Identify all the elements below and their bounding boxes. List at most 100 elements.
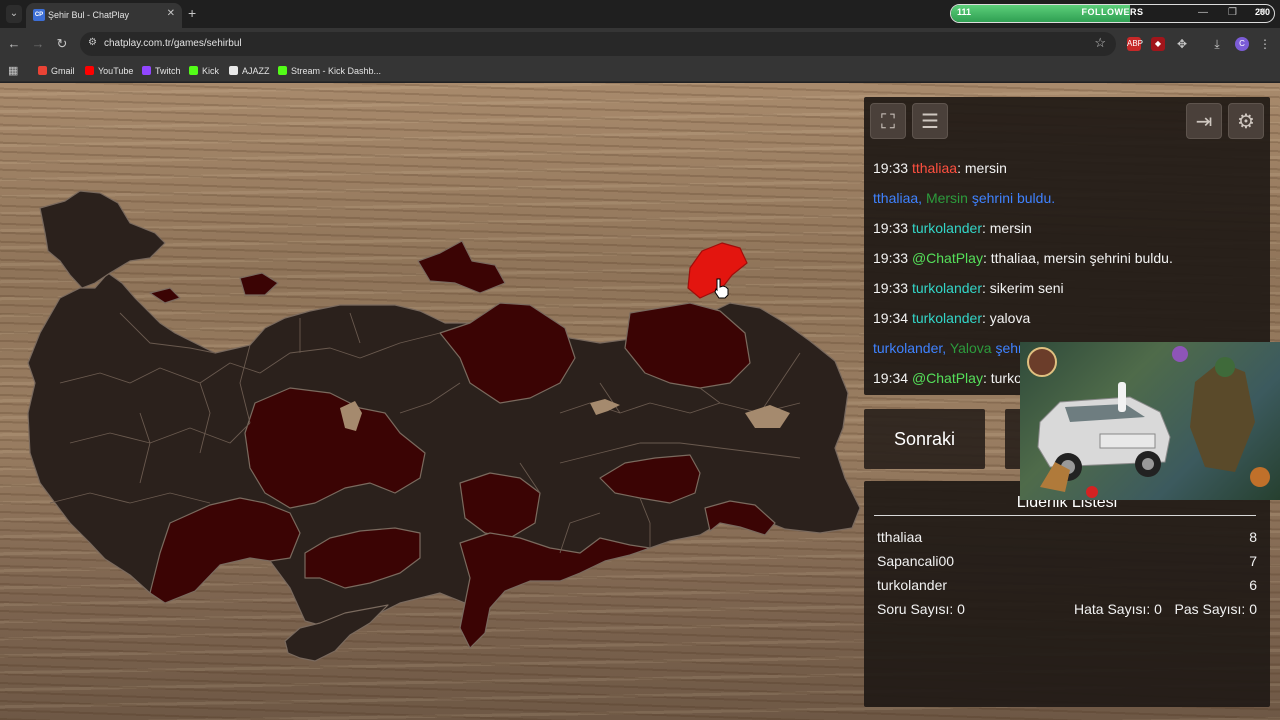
back-arrow-icon[interactable]: ← — [6, 36, 22, 52]
settings-gear-icon[interactable]: ⚙ — [1228, 103, 1264, 139]
ajazz-icon — [229, 66, 238, 75]
tab-close-icon[interactable]: ✕ — [167, 7, 175, 21]
url-text[interactable]: chatplay.com.tr/games/sehirbul — [104, 37, 242, 51]
player-score: 7 — [1249, 553, 1257, 569]
extensions-puzzle-icon[interactable]: ✥ — [1175, 37, 1189, 51]
chat-username: turkolander — [911, 310, 982, 326]
leaderboard-panel: Liderlik Listesi tthaliaa 8 Sapancali00 … — [864, 481, 1270, 707]
next-button[interactable]: Sonraki — [864, 409, 985, 469]
chat-username: turkolander, — [873, 340, 947, 356]
chat-message: 19:33 tthaliaa: mersin — [873, 153, 1263, 183]
minimize-icon[interactable]: — — [1198, 6, 1208, 20]
bookmark-label: Gmail — [51, 66, 75, 76]
adblock-extension-icon[interactable]: ABP — [1127, 37, 1143, 51]
twitch-icon — [142, 66, 151, 75]
error-count: Hata Sayısı: 0 — [1074, 601, 1162, 617]
restore-icon[interactable]: ❐ — [1228, 6, 1237, 20]
chat-username: turkolander — [911, 280, 982, 296]
car-and-dog-illustration — [1027, 346, 1270, 498]
chat-time: 19:33 — [873, 160, 909, 176]
download-icon[interactable]: ⤓ — [1210, 37, 1224, 51]
address-bar[interactable]: ⚙ chatplay.com.tr/games/sehirbul ☆ — [80, 32, 1116, 56]
new-tab-plus-icon[interactable]: + — [188, 5, 196, 21]
province-found[interactable] — [459, 532, 651, 649]
chat-message: 19:33 turkolander: sikerim seni — [873, 273, 1263, 303]
player-score: 8 — [1249, 529, 1257, 545]
chat-time: 19:34 — [873, 370, 909, 386]
chat-username: turkolander — [911, 220, 982, 236]
player-name: turkolander — [877, 577, 948, 593]
document-icon[interactable]: ☰ — [912, 103, 948, 139]
fullscreen-icon[interactable]: ⛶ — [870, 103, 906, 139]
chat-text: : tthaliaa, mersin şehrini buldu. — [982, 250, 1173, 266]
stream-overlay-image — [1020, 342, 1280, 500]
pass-count: Pas Sayısı: 0 — [1174, 601, 1257, 617]
close-window-icon[interactable]: ✕ — [1258, 6, 1266, 20]
chat-username: tthaliaa, — [873, 190, 923, 206]
leaderboard-row: tthaliaa 8 — [877, 525, 1257, 549]
browser-tab[interactable]: CP Şehir Bul - ChatPlay ✕ — [26, 3, 182, 28]
profile-avatar-icon[interactable]: C — [1235, 37, 1249, 51]
bookmark-label: Twitch — [155, 66, 181, 76]
city-name: Mersin — [925, 190, 968, 206]
chatplay-favicon-icon: CP — [33, 9, 45, 21]
chat-message: 19:34 turkolander: yalova — [873, 303, 1263, 333]
chat-time: 19:33 — [873, 220, 909, 236]
followers-label: FOLLOWERS — [1081, 7, 1144, 17]
chat-text: şehr — [995, 340, 1023, 356]
forward-arrow-icon[interactable]: → — [30, 36, 46, 52]
chat-username: tthaliaa — [911, 160, 958, 176]
tab-bar: ⌄ CP Şehir Bul - ChatPlay ✕ + 111 FOLLOW… — [0, 0, 1280, 28]
player-score: 6 — [1249, 577, 1257, 593]
bookmark-gmail[interactable]: Gmail — [38, 64, 75, 78]
chat-message: 19:33 @ChatPlay: tthaliaa, mersin şehrin… — [873, 243, 1263, 273]
bookmark-label: YouTube — [98, 66, 134, 76]
bookmark-kick-dashboard[interactable]: Stream - Kick Dashb... — [278, 64, 381, 78]
bookmark-twitch[interactable]: Twitch — [142, 64, 181, 78]
chat-text: : yalova — [981, 310, 1031, 326]
site-info-icon[interactable]: ⚙ — [88, 37, 97, 48]
leaderboard-divider — [874, 515, 1256, 516]
gmail-icon — [38, 66, 47, 75]
chat-time: 19:33 — [873, 250, 909, 266]
bookmark-star-icon[interactable]: ☆ — [1094, 35, 1106, 51]
chat-text: : turkol — [982, 370, 1025, 386]
browser-menu-icon[interactable]: ⋮ — [1258, 37, 1272, 51]
chat-username: @ChatPlay — [911, 250, 983, 266]
bookmark-youtube[interactable]: YouTube — [85, 64, 133, 78]
bookmarks-bar: ▦ Gmail YouTube Twitch Kick AJAZZ Stream… — [0, 60, 1280, 82]
province-found[interactable] — [149, 287, 181, 304]
chat-message: 19:33 turkolander: mersin — [873, 213, 1263, 243]
tab-title: Şehir Bul - ChatPlay — [48, 10, 130, 20]
province-found[interactable] — [417, 240, 506, 294]
followers-goal-widget: 111 FOLLOWERS 200 — [950, 4, 1275, 23]
bookmark-label: AJAZZ — [242, 66, 270, 76]
chat-username: @ChatPlay — [911, 370, 983, 386]
tab-search-chevron-icon[interactable]: ⌄ — [6, 5, 22, 23]
chat-text: : mersin — [957, 160, 1007, 176]
reload-icon[interactable]: ↻ — [54, 36, 70, 52]
player-name: tthaliaa — [877, 529, 923, 545]
chat-system-message: tthaliaa, Mersin şehrini buldu. — [873, 183, 1263, 213]
bookmark-label: Kick — [202, 66, 220, 76]
province-found[interactable] — [239, 272, 279, 296]
chat-text: şehrini buldu. — [971, 190, 1056, 206]
city-name: Yalova — [949, 340, 992, 356]
youtube-icon — [85, 66, 94, 75]
thrace-region-shape — [39, 190, 166, 289]
leaderboard-row: turkolander 6 — [877, 573, 1257, 597]
logout-icon[interactable]: ⇥ — [1186, 103, 1222, 139]
player-name: Sapancali00 — [877, 553, 955, 569]
chat-text: : mersin — [981, 220, 1032, 236]
turkey-province-map[interactable] — [0, 83, 864, 720]
bookmark-label: Stream - Kick Dashb... — [291, 66, 382, 76]
bookmark-ajazz[interactable]: AJAZZ — [229, 64, 270, 78]
apps-grid-icon[interactable]: ▦ — [8, 64, 18, 78]
kick-icon — [278, 66, 287, 75]
chat-text: : sikerim seni — [981, 280, 1064, 296]
bookmark-kick[interactable]: Kick — [189, 64, 219, 78]
chat-time: 19:33 — [873, 280, 909, 296]
red-extension-icon[interactable]: ◆ — [1151, 37, 1165, 51]
chat-time: 19:34 — [873, 310, 909, 326]
kick-icon — [189, 66, 198, 75]
